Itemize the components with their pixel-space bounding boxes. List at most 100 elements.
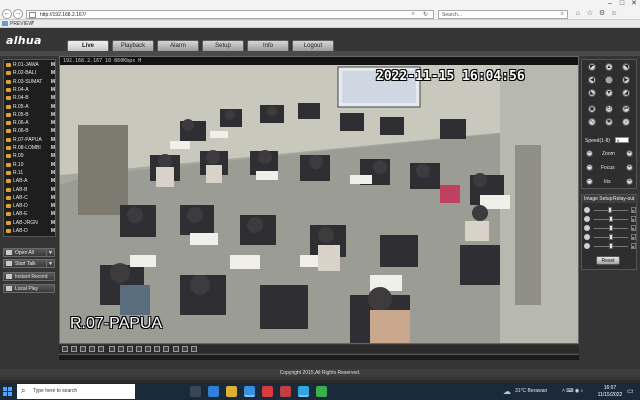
tab-info[interactable]: Info [247, 40, 289, 51]
slider-thumb[interactable] [609, 216, 613, 222]
layout-1-icon[interactable] [62, 346, 68, 352]
tab-title[interactable]: PREVIEW [10, 21, 33, 27]
arrow-down-right-icon[interactable]: ◢ [622, 89, 630, 97]
close-tab-icon[interactable]: × [31, 20, 35, 26]
clock-time[interactable]: 16:07 [599, 385, 621, 391]
channel-item[interactable]: R.05-A M [4, 104, 55, 111]
ptz-aux-icon[interactable]: ✱ [605, 118, 613, 126]
channel-item[interactable]: R.02-BALI M [4, 70, 55, 77]
arrow-down-icon[interactable]: ▼ [605, 89, 613, 97]
task-view-icon[interactable] [190, 386, 201, 397]
main-stream-link[interactable]: M [51, 87, 55, 94]
close-window-button[interactable]: ✕ [628, 0, 640, 8]
tab-logout[interactable]: Logout [292, 40, 334, 51]
snapshot-icon[interactable] [127, 346, 133, 352]
main-stream-link[interactable]: M [51, 220, 55, 227]
search-icon[interactable]: ⌕ [412, 11, 415, 18]
live-video-view[interactable]: 192.168.2.167 10 860Kbps H 2022-11-15 16… [59, 56, 579, 344]
gear-icon[interactable]: ⚙ [598, 10, 606, 18]
fullscreen-icon[interactable] [109, 346, 115, 352]
chrome-icon[interactable] [262, 386, 273, 397]
main-stream-link[interactable]: M [51, 120, 55, 127]
search-icon[interactable]: ⌕ [561, 11, 564, 18]
layout-9-icon[interactable] [89, 346, 95, 352]
ptz-center-icon[interactable]: ◎ [605, 76, 613, 84]
iris-close-icon[interactable]: − [586, 178, 593, 185]
iris-open-icon[interactable]: + [626, 178, 633, 185]
local-play-button[interactable]: Local Play [3, 284, 55, 293]
zoom-icon[interactable] [154, 346, 160, 352]
channel-item[interactable]: LAB-A M [4, 178, 55, 185]
fit-window-icon[interactable] [118, 346, 124, 352]
main-stream-link[interactable]: M [51, 112, 55, 119]
slider-thumb[interactable] [609, 234, 613, 240]
slider-step-icon[interactable]: ▸ [631, 234, 636, 240]
internet-explorer-icon[interactable] [298, 386, 309, 397]
channel-item[interactable]: LAB-D M [4, 203, 55, 210]
arrow-up-icon[interactable]: ▲ [605, 63, 613, 71]
mail-icon[interactable] [208, 386, 219, 397]
main-stream-link[interactable]: M [51, 203, 55, 210]
main-stream-link[interactable]: M [51, 195, 55, 202]
ptz-scan-icon[interactable]: ⇄ [622, 105, 630, 113]
back-button[interactable]: ← [2, 9, 12, 19]
stream-main-icon[interactable] [191, 346, 197, 352]
slider-step-icon[interactable]: ▸ [631, 225, 636, 231]
arrow-down-left-icon[interactable]: ◣ [588, 89, 596, 97]
instant-record-button[interactable]: Instant Record [3, 272, 55, 281]
main-stream-link[interactable]: M [51, 170, 55, 177]
ptz-light-icon[interactable]: ☼ [622, 118, 630, 126]
slider-thumb[interactable] [609, 243, 613, 249]
focus-far-icon[interactable]: + [626, 164, 633, 171]
layout-8-icon[interactable] [80, 346, 86, 352]
slider-step-icon[interactable]: ▸ [631, 216, 636, 222]
channel-item[interactable]: R.05-B M [4, 112, 55, 119]
system-tray-icons[interactable]: ˄ ⌨ ◉ ♪ [562, 388, 583, 394]
close-all-icon[interactable] [163, 346, 169, 352]
app-red-icon[interactable] [280, 386, 291, 397]
tab-image-setup[interactable]: Image Setup [584, 196, 612, 202]
layout-4-icon[interactable] [71, 346, 77, 352]
notification-icon[interactable]: ▭ [627, 387, 634, 395]
weather-text[interactable]: 31°C Berawan [515, 388, 547, 394]
channel-item[interactable]: R.10 M [4, 162, 55, 169]
arrow-left-icon[interactable]: ◀ [588, 76, 596, 84]
slider-thumb[interactable] [607, 207, 612, 213]
channel-item[interactable]: R.01-JAWA M [4, 62, 55, 69]
channel-item[interactable]: LAB-C M [4, 195, 55, 202]
smiley-icon[interactable]: ☺ [610, 10, 618, 18]
main-stream-link[interactable]: M [51, 79, 55, 86]
tab-live[interactable]: Live [67, 40, 109, 51]
star-icon[interactable]: ☆ [586, 10, 594, 18]
clock-date[interactable]: 11/15/2022 [597, 392, 623, 398]
chevron-down-icon[interactable]: ▼ [46, 260, 53, 268]
chevron-down-icon[interactable]: ▼ [46, 249, 53, 257]
home-icon[interactable]: ⌂ [574, 10, 582, 18]
zoom-out-icon[interactable]: − [586, 150, 593, 157]
windows-start-icon[interactable] [3, 387, 12, 396]
main-stream-link[interactable]: M [51, 128, 55, 135]
channel-item[interactable]: R.07-PAPUA M [4, 137, 55, 144]
main-stream-link[interactable]: M [51, 145, 55, 152]
main-stream-link[interactable]: M [51, 137, 55, 144]
edge-icon[interactable] [244, 386, 255, 397]
main-stream-link[interactable]: M [51, 162, 55, 169]
maximize-button[interactable]: □ [616, 0, 628, 8]
tab-relay-out[interactable]: Relay-out [613, 196, 634, 202]
main-stream-link[interactable]: M [51, 62, 55, 69]
minimize-button[interactable]: – [604, 0, 616, 8]
channel-item[interactable]: R.08-LOMBI M [4, 145, 55, 152]
start-talk-button[interactable]: Start Talk ▼ [3, 259, 55, 268]
file-explorer-icon[interactable] [226, 386, 237, 397]
focus-near-icon[interactable]: − [586, 164, 593, 171]
main-stream-link[interactable]: M [51, 211, 55, 218]
taskbar-search-box[interactable]: ⌕ Type here to search [17, 384, 135, 399]
app-green-icon[interactable] [316, 386, 327, 397]
record-icon[interactable] [136, 346, 142, 352]
main-stream-link[interactable]: M [51, 153, 55, 160]
forward-button[interactable]: → [13, 9, 23, 19]
channel-item[interactable]: R.03-SUMAT M [4, 79, 55, 86]
slider-step-icon[interactable]: ▸ [631, 207, 636, 213]
prev-page-icon[interactable] [173, 346, 179, 352]
tab-setup[interactable]: Setup [202, 40, 244, 51]
